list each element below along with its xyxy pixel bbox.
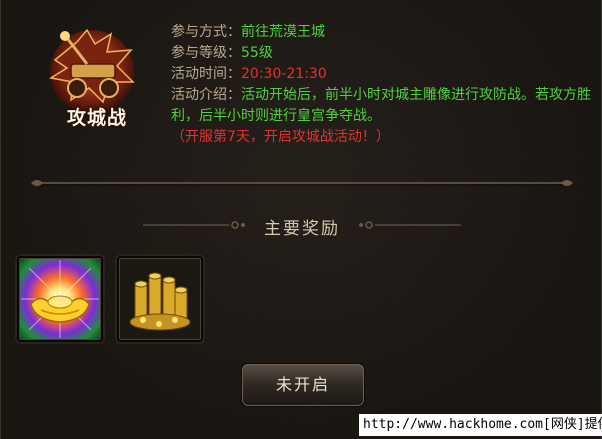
- info-row-method: 参与方式：前往荒漠王城: [171, 24, 325, 40]
- event-title: 攻城战: [66, 107, 127, 129]
- source-watermark: http://www.hackhome.com[网侠]提供: [359, 414, 602, 436]
- join-method-value: 前往荒漠王城: [241, 24, 325, 40]
- rewards-title: 主要奖励: [264, 219, 340, 239]
- section-divider: [31, 180, 573, 186]
- gold-coin-pile-icon: [129, 272, 191, 331]
- not-open-button[interactable]: 未开启: [241, 363, 365, 407]
- reward-slot-gold-ingot[interactable]: [17, 256, 103, 342]
- info-row-time: 活动时间：20:30-21:30: [171, 66, 327, 82]
- ornament-right-icon: [359, 221, 461, 229]
- reward-slot-gold-coins[interactable]: [117, 256, 203, 342]
- event-time-value: 20:30-21:30: [241, 66, 327, 82]
- reward-header: 主要奖励: [1, 210, 602, 240]
- gold-ingot-icon: [21, 260, 99, 338]
- description-note: （开服第7天，开启攻城战活动！）: [171, 129, 390, 145]
- join-level-value: 55级: [241, 45, 273, 61]
- info-row-level: 参与等级：55级: [171, 45, 273, 61]
- event-info: 参与方式：前往荒漠王城 参与等级：55级 活动时间：20:30-21:30 活动…: [171, 22, 591, 148]
- event-panel: 攻城战 参与方式：前往荒漠王城 参与等级：55级 活动时间：20:30-21:3…: [0, 0, 602, 439]
- event-description: 活动介绍：活动开始后，前半小时对城主雕像进行攻防战。若攻方胜利，后半小时则进行皇…: [171, 87, 591, 145]
